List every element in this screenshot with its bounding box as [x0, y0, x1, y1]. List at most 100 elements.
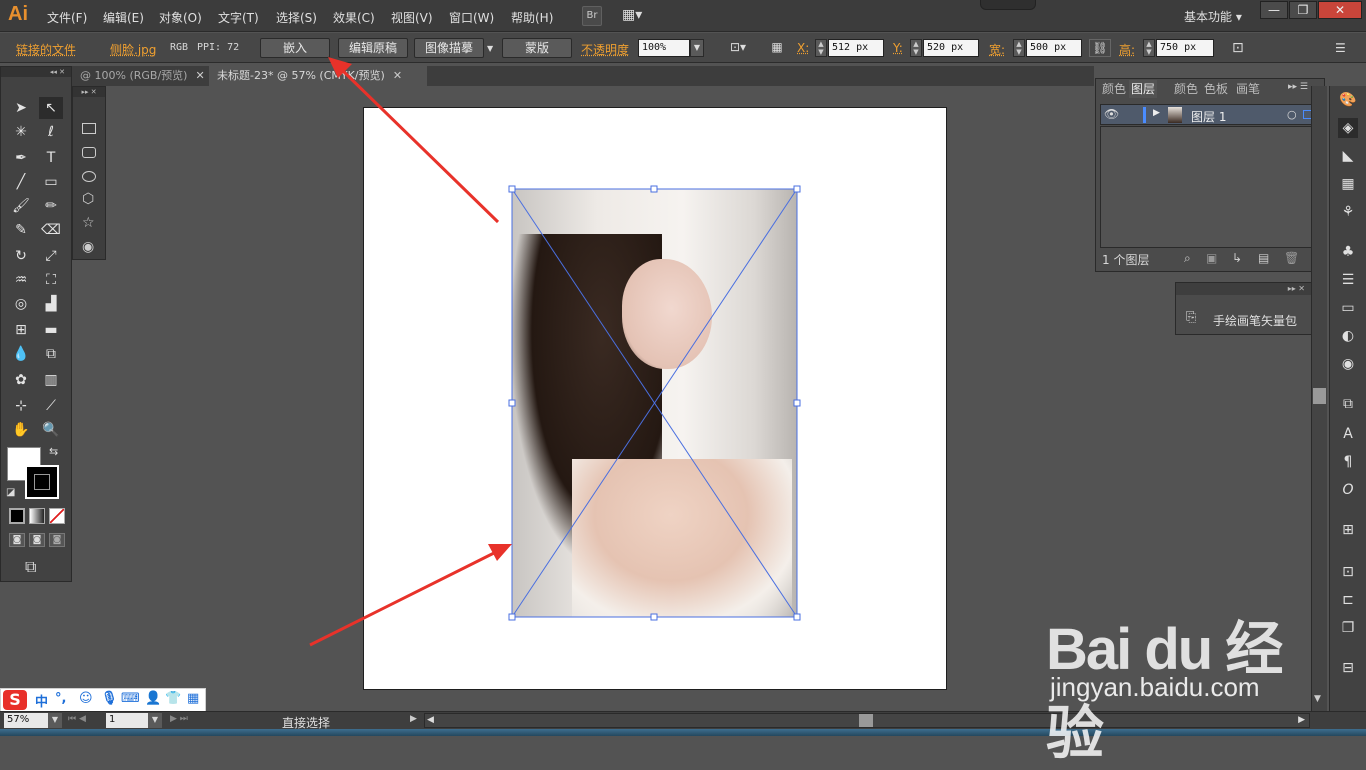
type-tool-icon[interactable]: T: [39, 147, 63, 169]
tab-document-2[interactable]: 未标题-23* @ 57% (CMYK/预览) ✕: [209, 66, 427, 86]
width-input[interactable]: 500 px: [1026, 39, 1082, 57]
opacity-input[interactable]: 100%: [638, 39, 690, 57]
eyedropper-tool-icon[interactable]: 💧: [9, 343, 33, 365]
gradient-tool-icon[interactable]: ▬: [39, 319, 63, 341]
artboard-tool-icon[interactable]: ⊹: [9, 395, 33, 417]
menu-edit[interactable]: 编辑(E): [103, 9, 144, 26]
swap-colors-icon[interactable]: ⇆: [49, 445, 58, 458]
page-dropdown-icon[interactable]: ▼: [148, 713, 162, 728]
blob-brush-tool-icon[interactable]: ✎: [9, 219, 33, 241]
gradient-mode-icon[interactable]: [29, 508, 45, 524]
emoji-icon[interactable]: ☺: [79, 691, 93, 706]
shape-builder-tool-icon[interactable]: ◎: [9, 293, 33, 315]
panel-menu-icon[interactable]: ☰: [1335, 41, 1346, 55]
opacity-label[interactable]: 不透明度: [581, 41, 629, 58]
character-dock-icon[interactable]: A: [1338, 424, 1358, 444]
draw-behind-icon[interactable]: ◙: [29, 533, 45, 547]
isolate-icon[interactable]: ⊡: [1232, 40, 1244, 56]
rotate-tool-icon[interactable]: ↻: [9, 245, 33, 267]
swatches-dock-icon[interactable]: ▦: [1338, 174, 1358, 194]
linked-file-label[interactable]: 链接的文件: [16, 41, 76, 58]
user-icon[interactable]: 👤: [145, 691, 161, 706]
voice-icon[interactable]: 🎙: [101, 691, 118, 706]
y-stepper-icon[interactable]: ▲ ▼: [910, 39, 922, 57]
club-symbol-icon[interactable]: ♣: [1338, 242, 1358, 262]
layers-order-dock-icon[interactable]: ❐: [1338, 618, 1358, 638]
flare-shape-icon[interactable]: ◉: [82, 239, 94, 255]
rounded-rectangle-shape-icon[interactable]: [82, 147, 96, 158]
vertical-scroll-thumb[interactable]: [1313, 388, 1326, 404]
scroll-left-icon[interactable]: ◀: [427, 715, 434, 725]
width-label[interactable]: 宽:: [989, 41, 1005, 58]
align-dock-icon[interactable]: ⊞: [1338, 520, 1358, 540]
keyboard-icon[interactable]: ⌨: [121, 691, 140, 706]
vertical-scrollbar[interactable]: ▼: [1311, 86, 1327, 712]
tab-color[interactable]: 颜色: [1100, 80, 1128, 98]
transform-dock-icon[interactable]: ⧉: [1338, 394, 1358, 414]
stroke-color-swatch[interactable]: [25, 465, 59, 499]
maximize-button[interactable]: ❐: [1289, 1, 1317, 19]
brush-library-item[interactable]: 手绘画笔矢量包: [1213, 312, 1297, 329]
scroll-right-icon[interactable]: ▶: [1298, 715, 1305, 725]
punctuation-icon[interactable]: °,: [55, 691, 66, 706]
layer-name[interactable]: 图层 1: [1191, 108, 1226, 125]
ellipse-shape-icon[interactable]: [82, 171, 96, 182]
width-stepper-icon[interactable]: ▲ ▼: [1013, 39, 1025, 57]
ime-mode[interactable]: 中: [35, 691, 48, 710]
symbol-sprayer-tool-icon[interactable]: ✿: [9, 369, 33, 391]
selection-tool-icon[interactable]: ➤: [9, 97, 33, 119]
horizontal-scroll-thumb[interactable]: [859, 714, 873, 727]
color-mode-icon[interactable]: [9, 508, 25, 524]
screen-mode-icon[interactable]: ⧉: [25, 557, 36, 577]
close-window-button[interactable]: ✕: [1318, 1, 1362, 19]
layer-target-icon[interactable]: ○: [1287, 108, 1297, 121]
toolbox-grid-icon[interactable]: ▦: [187, 691, 199, 706]
delete-layer-icon[interactable]: 🗑: [1284, 251, 1299, 265]
zoom-tool-icon[interactable]: 🔍: [39, 419, 63, 441]
gradient-dock-icon[interactable]: ▭: [1338, 298, 1358, 318]
transform-grid-icon[interactable]: ▦: [766, 39, 788, 57]
slice-tool-icon[interactable]: ⟋: [39, 395, 63, 417]
height-stepper-icon[interactable]: ▲ ▼: [1143, 39, 1155, 57]
brush-panel-header[interactable]: ▸▸ ✕: [1176, 283, 1311, 295]
close-tab-icon[interactable]: ✕: [195, 69, 204, 82]
tab-brushes[interactable]: 画笔: [1234, 80, 1262, 98]
edit-original-button[interactable]: 编辑原稿: [338, 38, 408, 58]
expand-layer-icon[interactable]: ▶: [1153, 108, 1160, 118]
flyout-header[interactable]: ▸▸ ✕: [73, 87, 105, 97]
eraser-tool-icon[interactable]: ⌫: [39, 219, 63, 241]
image-trace-dropdown-icon[interactable]: ▼: [487, 44, 493, 53]
zoom-input[interactable]: 57%: [4, 713, 48, 728]
column-graph-tool-icon[interactable]: ▥: [39, 369, 63, 391]
layer-row[interactable]: 👁 ▶ 图层 1 ○: [1100, 104, 1320, 125]
height-label[interactable]: 高:: [1119, 41, 1135, 58]
x-label[interactable]: X:: [797, 41, 809, 55]
new-sublayer-icon[interactable]: ↳: [1232, 251, 1242, 265]
star-shape-icon[interactable]: ☆: [82, 215, 95, 231]
appearance-dock-icon[interactable]: ◉: [1338, 354, 1358, 374]
file-name-link[interactable]: 侧脸.jpg: [110, 41, 156, 58]
mask-button[interactable]: 蒙版: [502, 38, 572, 58]
opacity-dropdown-icon[interactable]: ▼: [690, 39, 704, 57]
bridge-button[interactable]: Br: [582, 6, 602, 26]
stroke-dock-icon[interactable]: ☰: [1338, 270, 1358, 290]
x-stepper-icon[interactable]: ▲ ▼: [815, 39, 827, 57]
menu-view[interactable]: 视图(V): [391, 9, 433, 26]
pencil-tool-icon[interactable]: ✏: [39, 195, 63, 217]
reference-point-icon[interactable]: ⊡▾: [724, 39, 752, 57]
pen-tool-icon[interactable]: ✒: [9, 147, 33, 169]
y-label[interactable]: Y:: [893, 41, 903, 55]
default-colors-icon[interactable]: ◪: [6, 487, 15, 498]
draw-normal-icon[interactable]: ◙: [9, 533, 25, 547]
embed-button[interactable]: 嵌入: [260, 38, 330, 58]
zoom-dropdown-icon[interactable]: ▼: [48, 713, 62, 728]
menu-effect[interactable]: 效果(C): [333, 9, 375, 26]
blend-tool-icon[interactable]: ⧉: [39, 343, 63, 365]
menu-file[interactable]: 文件(F): [47, 9, 87, 26]
pathfinder-dock-icon[interactable]: ⊡: [1338, 562, 1358, 582]
first-page-icon[interactable]: ⏮ ◀: [68, 714, 86, 724]
symbols-dock-icon[interactable]: ⚘: [1338, 202, 1358, 222]
status-menu-icon[interactable]: ▶: [410, 714, 417, 724]
y-input[interactable]: 520 px: [923, 39, 979, 57]
menu-help[interactable]: 帮助(H): [511, 9, 553, 26]
